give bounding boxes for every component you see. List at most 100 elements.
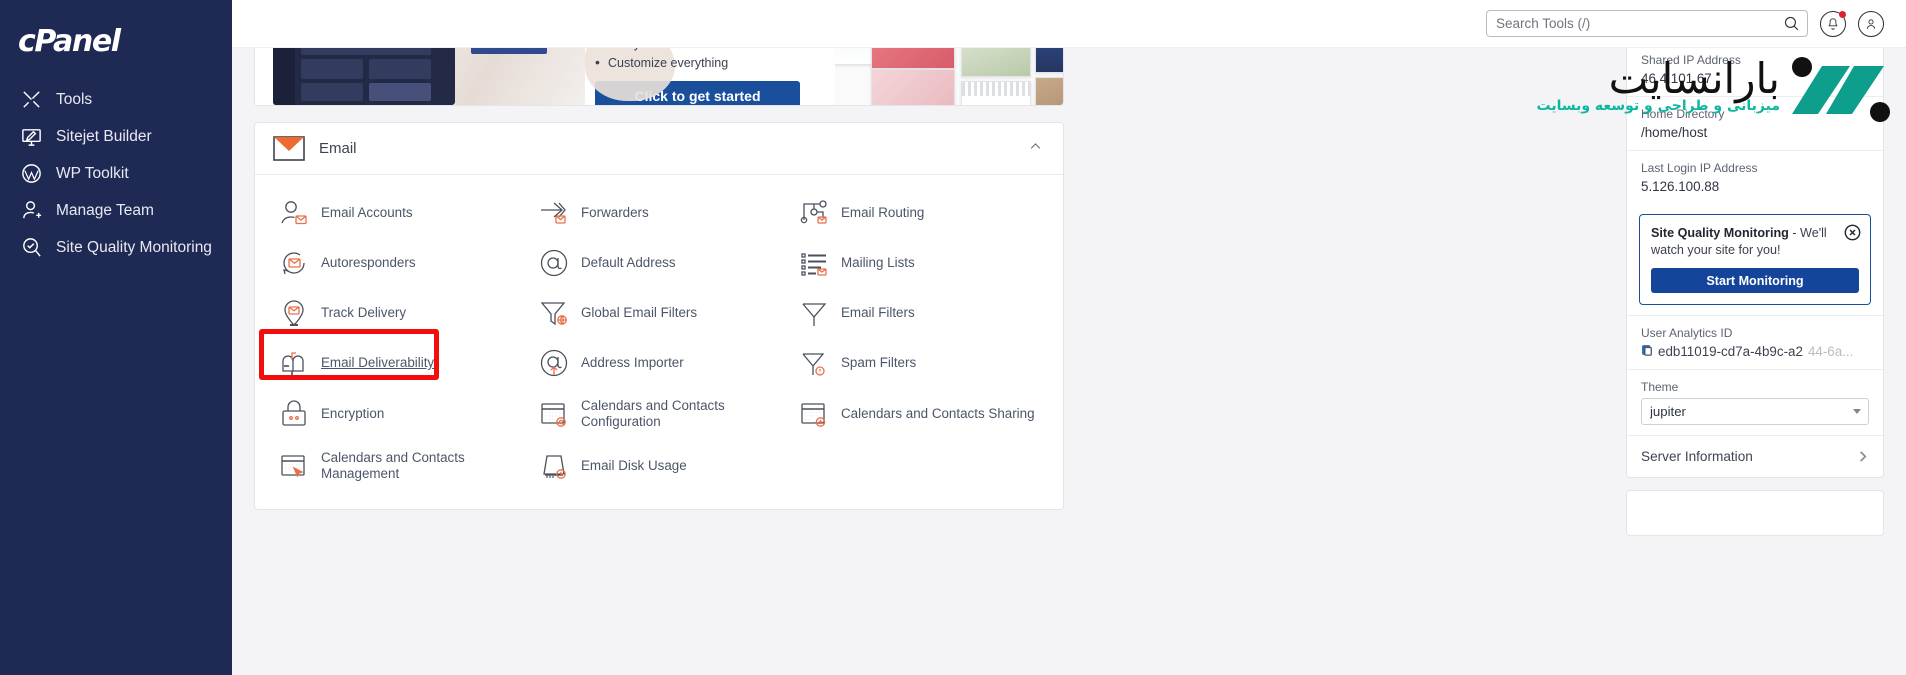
analytics-id-truncated: 44-6a...: [1808, 344, 1853, 359]
sidebar-item-label: Tools: [56, 91, 92, 109]
tool-email-deliverability[interactable]: Email Deliverability: [273, 339, 533, 387]
chevron-up-icon[interactable]: [1028, 139, 1043, 154]
notification-dot: [1839, 11, 1846, 18]
tool-encryption[interactable]: Encryption: [273, 389, 533, 439]
email-tools-grid: Email Accounts Forwarders: [255, 175, 1063, 509]
tools-icon: [20, 88, 43, 111]
user-icon: [1864, 17, 1878, 31]
tool-global-email-filters[interactable]: Global Email Filters: [533, 289, 793, 337]
pin-envelope-icon: [279, 298, 309, 328]
copy-icon[interactable]: [1641, 344, 1653, 359]
panel-row-shared-ip: Shared IP Address 46.4.101.67: [1627, 48, 1883, 97]
user-plus-icon: [20, 199, 43, 222]
arrow-envelope-icon: [539, 198, 569, 228]
server-information-label: Server Information: [1641, 449, 1753, 464]
tool-address-importer[interactable]: Address Importer: [533, 339, 793, 387]
sidebar-item-label: Sitejet Builder: [56, 128, 152, 146]
funnel-icon: [799, 298, 829, 328]
email-section-card: Email Email Accounts: [254, 122, 1064, 510]
banner-screenshot: [255, 48, 585, 105]
tool-label: Track Delivery: [321, 305, 406, 321]
lower-panel-stub: [1626, 490, 1884, 536]
panel-key: Shared IP Address: [1641, 53, 1869, 67]
cpanel-app: cPanel Tools Sitejet Builder WP Toolkit: [0, 0, 1906, 675]
tool-label: Calendars and Contacts Configuration: [581, 398, 787, 430]
tool-label: Address Importer: [581, 355, 684, 371]
at-arrow-icon: [539, 348, 569, 378]
monitor-pen-icon: [20, 125, 43, 148]
tool-label: Email Filters: [841, 305, 915, 321]
brand: cPanel: [0, 14, 232, 81]
banner-photo: [455, 48, 585, 105]
disk-clock-icon: [539, 451, 569, 481]
sidebar-item-tools[interactable]: Tools: [0, 81, 232, 118]
panel-row-home-directory: Home Directory /home/host: [1627, 97, 1883, 151]
email-section-title: Email: [319, 140, 357, 157]
tool-label: Global Email Filters: [581, 305, 697, 321]
list-envelope-icon: [799, 248, 829, 278]
tool-label: Email Routing: [841, 205, 924, 221]
sidebar-item-manage-team[interactable]: Manage Team: [0, 192, 232, 229]
envelope-icon: [273, 136, 305, 161]
top-bar: [232, 0, 1906, 48]
panel-row-user-analytics-id: User Analytics ID edb11019-cd7a-4b9c-a24…: [1627, 315, 1883, 370]
tool-label: Forwarders: [581, 205, 649, 221]
tool-forwarders[interactable]: Forwarders: [533, 189, 793, 237]
sidebar-item-site-quality-monitoring[interactable]: Site Quality Monitoring: [0, 229, 232, 266]
tool-email-routing[interactable]: Email Routing: [793, 189, 1053, 237]
panel-row-theme: Theme jupiter: [1627, 370, 1883, 436]
search-input[interactable]: [1486, 10, 1808, 37]
analytics-id-value: edb11019-cd7a-4b9c-a2: [1658, 344, 1803, 359]
sidebar-item-sitejet-builder[interactable]: Sitejet Builder: [0, 118, 232, 155]
magnifier-check-icon: [20, 236, 43, 259]
at-circle-icon: [539, 248, 569, 278]
theme-select[interactable]: jupiter: [1641, 398, 1869, 425]
content-region: Ready-made templates Drag-and-drop funct…: [232, 48, 1906, 675]
tool-label: Autoresponders: [321, 255, 416, 271]
start-monitoring-button[interactable]: Start Monitoring: [1651, 268, 1859, 293]
wordpress-icon: [20, 162, 43, 185]
funnel-alert-icon: [799, 348, 829, 378]
tool-label: Email Accounts: [321, 205, 413, 221]
mailbox-icon: [279, 348, 309, 378]
tool-label: Mailing Lists: [841, 255, 915, 271]
bell-icon: [1826, 17, 1840, 31]
sidebar-item-label: Manage Team: [56, 202, 154, 220]
tool-calendars-contacts-configuration[interactable]: Calendars and Contacts Configuration: [533, 389, 793, 439]
sitejet-promo-banner[interactable]: Ready-made templates Drag-and-drop funct…: [254, 48, 1064, 106]
tool-autoresponders[interactable]: Autoresponders: [273, 239, 533, 287]
sidebar: cPanel Tools Sitejet Builder WP Toolkit: [0, 0, 232, 675]
tool-mailing-lists[interactable]: Mailing Lists: [793, 239, 1053, 287]
panel-value: /home/host: [1641, 125, 1869, 140]
tool-email-accounts[interactable]: Email Accounts: [273, 189, 533, 237]
sidebar-item-wp-toolkit[interactable]: WP Toolkit: [0, 155, 232, 192]
email-section-header[interactable]: Email: [255, 123, 1063, 175]
funnel-globe-icon: [539, 298, 569, 328]
main-area: Ready-made templates Drag-and-drop funct…: [232, 0, 1906, 675]
site-quality-monitoring-promo: Site Quality Monitoring - We'll watch yo…: [1639, 214, 1871, 305]
theme-select-wrapper: jupiter: [1641, 398, 1869, 425]
search-container: [1486, 10, 1808, 37]
tool-email-filters[interactable]: Email Filters: [793, 289, 1053, 337]
left-column: Ready-made templates Drag-and-drop funct…: [254, 48, 1064, 675]
close-circle-icon[interactable]: [1844, 224, 1861, 241]
tool-spam-filters[interactable]: Spam Filters: [793, 339, 1053, 387]
calendar-at-icon: [539, 399, 569, 429]
tool-label: Calendars and Contacts Management: [321, 450, 527, 482]
calendar-cursor-icon: [279, 451, 309, 481]
padlock-icon: [279, 399, 309, 429]
tool-track-delivery[interactable]: Track Delivery: [273, 289, 533, 337]
chevron-right-icon: [1856, 450, 1869, 463]
server-information-row[interactable]: Server Information: [1627, 436, 1883, 477]
general-information-panel: Primary Domain baran.host Share: [1626, 48, 1884, 478]
account-button[interactable]: [1858, 11, 1884, 37]
notifications-button[interactable]: [1820, 11, 1846, 37]
cpanel-logo: cPanel: [18, 24, 232, 59]
tool-label: Calendars and Contacts Sharing: [841, 406, 1035, 422]
tool-email-disk-usage[interactable]: Email Disk Usage: [533, 441, 793, 491]
right-column: Primary Domain baran.host Share: [1626, 48, 1884, 675]
tool-label: Email Deliverability: [321, 355, 434, 371]
tool-calendars-contacts-sharing[interactable]: Calendars and Contacts Sharing: [793, 389, 1053, 439]
tool-calendars-contacts-management[interactable]: Calendars and Contacts Management: [273, 441, 533, 491]
tool-default-address[interactable]: Default Address: [533, 239, 793, 287]
